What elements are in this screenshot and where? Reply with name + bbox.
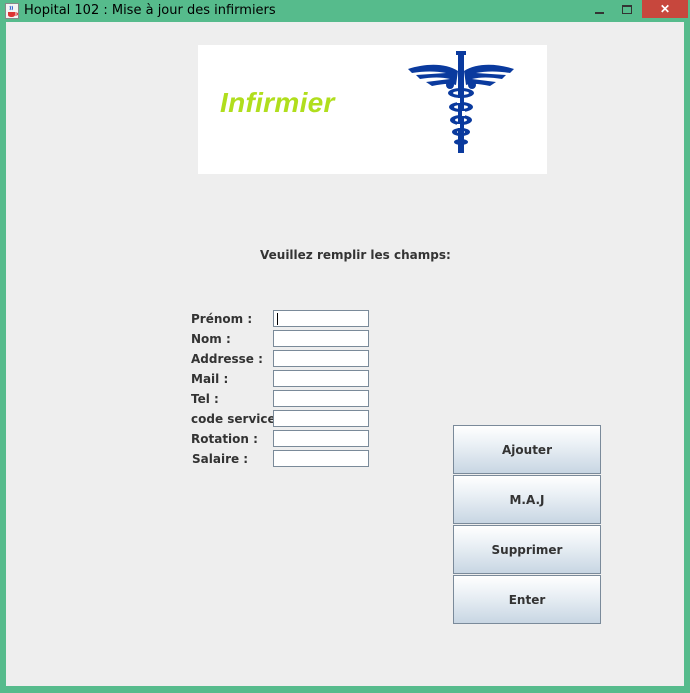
field-label: Nom : [191,332,231,346]
code-service-input[interactable] [273,410,369,427]
field-label: code service : [191,412,285,426]
banner-title: Infirmier [220,87,335,118]
maximize-icon [622,4,632,14]
mail-input[interactable] [273,370,369,387]
text-caret [277,313,278,325]
tel-input[interactable] [273,390,369,407]
banner: Infirmier [198,45,547,174]
delete-button[interactable]: Supprimer [453,525,601,574]
minimize-icon [594,12,604,14]
update-button[interactable]: M.A.J [453,475,601,524]
application-window: Hopital 102 : Mise à jour des infirmiers… [0,0,690,693]
maximize-button[interactable] [612,0,642,18]
title-bar[interactable]: Hopital 102 : Mise à jour des infirmiers… [0,0,690,22]
field-label: Rotation : [191,432,258,446]
addresse-input[interactable] [273,350,369,367]
window-title: Hopital 102 : Mise à jour des infirmiers [24,3,276,18]
nom-input[interactable] [273,330,369,347]
field-label: Tel : [191,392,219,406]
field-label: Salaire : [192,452,249,466]
caduceus-icon [408,51,514,153]
form-instruction: Veuillez remplir les champs: [260,248,451,262]
salaire-input[interactable] [273,450,369,467]
field-label: Prénom : [191,312,253,326]
java-cup-icon [5,3,19,19]
field-label: Addresse : [191,352,263,366]
add-button[interactable]: Ajouter [453,425,601,474]
close-button[interactable]: ✕ [642,0,688,18]
rotation-input[interactable] [273,430,369,447]
field-label: Mail : [191,372,229,386]
content-panel: Infirmier Veuillez remplir les champs: P… [6,22,684,686]
prenom-input[interactable] [273,310,369,327]
enter-button[interactable]: Enter [453,575,601,624]
close-icon: ✕ [659,2,671,16]
minimize-button[interactable] [583,0,615,18]
